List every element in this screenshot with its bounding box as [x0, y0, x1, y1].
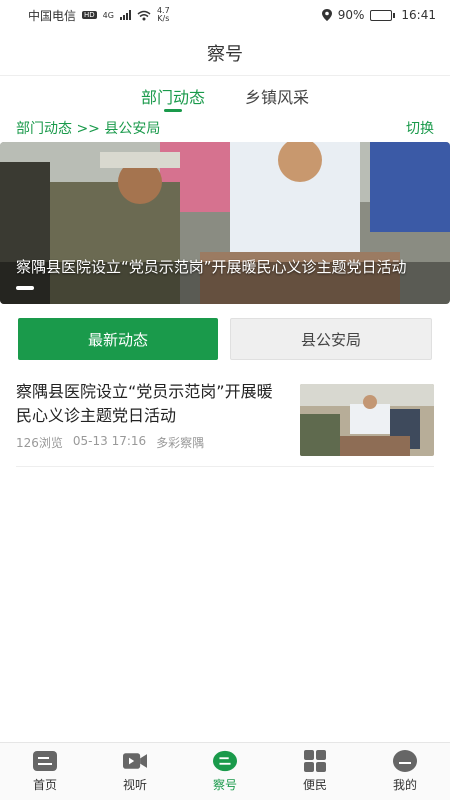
banner-caption: 察隅县医院设立“党员示范岗”开展暖民心义诊主题党日活动: [16, 258, 407, 276]
battery-icon: [370, 9, 396, 21]
department-button[interactable]: 县公安局: [230, 318, 432, 360]
tab-label: 部门动态: [140, 88, 205, 107]
chahao-icon: [213, 750, 237, 772]
nav-convenience[interactable]: 便民: [270, 743, 360, 800]
news-meta: 126浏览 05-13 17:16 多彩察隅: [16, 434, 288, 451]
news-source: 多彩察隅: [156, 436, 205, 450]
wifi-icon: [137, 10, 151, 20]
tab-label: 乡镇风采: [245, 88, 310, 107]
tab-bar: 部门动态 乡镇风采: [0, 80, 450, 114]
nav-video[interactable]: 视听: [90, 743, 180, 800]
nav-label: 我的: [392, 778, 417, 792]
video-icon: [123, 750, 147, 772]
status-left: 中国电信 HD 4G 4.7 K/s: [28, 7, 170, 24]
nav-label: 视听: [122, 778, 147, 792]
nav-label: 首页: [32, 778, 57, 792]
network-type: 4G: [102, 10, 114, 20]
grid-icon: [303, 750, 327, 772]
list-item[interactable]: 察隅县医院设立“党员示范岗”开展暖民心义诊主题党日活动 126浏览 05-13 …: [16, 380, 434, 467]
carrier-label: 中国电信: [28, 8, 77, 23]
carousel-indicator: [16, 286, 34, 290]
tab-department-news[interactable]: 部门动态: [141, 80, 205, 114]
active-tab-indicator: [163, 109, 182, 112]
signal-icon: [119, 10, 131, 20]
tab-township[interactable]: 乡镇风采: [245, 80, 309, 114]
home-icon: [33, 750, 57, 772]
switch-link[interactable]: 切换: [406, 118, 434, 138]
battery-percent: 90%: [337, 8, 365, 22]
speed-unit: K/s: [157, 14, 170, 23]
breadcrumb[interactable]: 部门动态 >> 县公安局: [16, 118, 160, 138]
hd-badge: HD: [82, 11, 97, 19]
nav-label: 察号: [212, 778, 237, 792]
clock: 16:41: [401, 8, 436, 22]
nav-home[interactable]: 首页: [0, 743, 90, 800]
latest-news-button[interactable]: 最新动态: [18, 318, 218, 360]
news-thumbnail: [300, 384, 434, 456]
banner-carousel[interactable]: 察隅县医院设立“党员示范岗”开展暖民心义诊主题党日活动: [0, 142, 450, 304]
filter-buttons: 最新动态 县公安局: [0, 318, 450, 360]
bottom-nav: 首页 视听 察号 便民 我的: [0, 742, 450, 800]
nav-chahao[interactable]: 察号: [180, 743, 270, 800]
profile-icon: [393, 750, 417, 772]
status-right: 90% 16:41: [321, 8, 436, 22]
banner-image: [0, 142, 450, 304]
breadcrumb-row: 部门动态 >> 县公安局 切换: [0, 114, 450, 142]
nav-label: 便民: [302, 778, 327, 792]
thumbnail-image: [300, 384, 434, 456]
page-title: 察号: [0, 30, 450, 76]
news-date: 05-13 17:16: [72, 434, 147, 448]
news-text: 察隅县医院设立“党员示范岗”开展暖民心义诊主题党日活动 126浏览 05-13 …: [16, 380, 300, 456]
news-title: 察隅县医院设立“党员示范岗”开展暖民心义诊主题党日活动: [16, 382, 273, 425]
status-bar: 中国电信 HD 4G 4.7 K/s 90% 16:41: [0, 0, 450, 30]
speed-readout: 4.7 K/s: [157, 7, 170, 23]
nav-profile[interactable]: 我的: [360, 743, 450, 800]
view-count: 126浏览: [16, 436, 63, 450]
location-icon: [321, 9, 332, 21]
